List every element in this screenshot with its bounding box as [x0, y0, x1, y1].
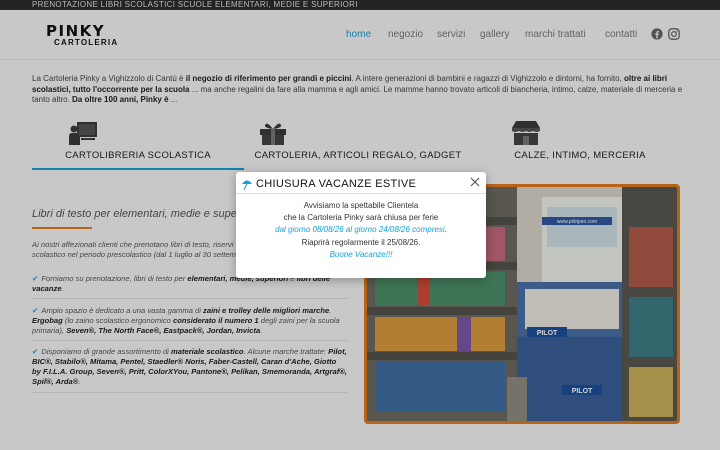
close-icon[interactable] — [469, 176, 481, 188]
beach-umbrella-icon — [242, 180, 252, 190]
modal-line: dal giorno 08/08/26 al giorno 24/08/26 c… — [275, 225, 447, 235]
modal-line: che la Cartoleria Pinky sarà chiusa per … — [283, 213, 439, 223]
modal-title: CHIUSURA VACANZE ESTIVE — [256, 178, 417, 190]
modal-divider — [236, 193, 486, 194]
modal-line: Riaprirà regolarmente il 25/08/26. — [301, 237, 421, 247]
modal-line: Avvisiamo la spettabile Clientela — [303, 201, 419, 210]
modal-line: Buone Vacanze!!! — [329, 249, 393, 259]
vacation-notice-modal: CHIUSURA VACANZE ESTIVE Avvisiamo la spe… — [236, 172, 486, 278]
modal-body: Avvisiamo la spettabile Clientela che la… — [236, 200, 486, 261]
